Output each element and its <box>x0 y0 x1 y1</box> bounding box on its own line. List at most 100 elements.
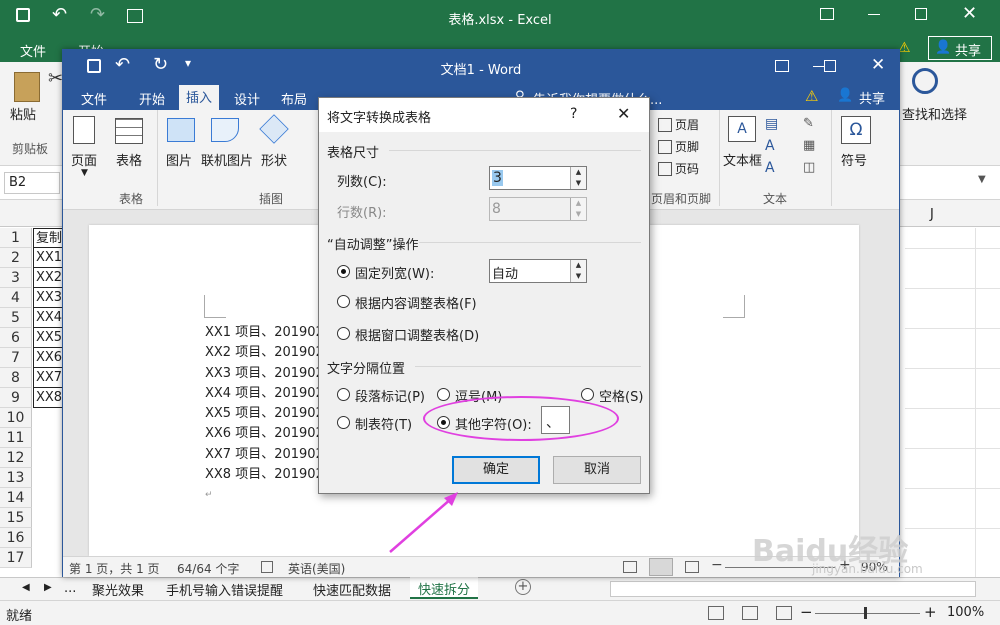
sep-tab-radio[interactable] <box>337 416 350 429</box>
row-header[interactable]: 15 <box>0 508 32 528</box>
print-layout-icon[interactable] <box>649 558 673 576</box>
sheet-tab[interactable]: 快速匹配数据 <box>313 580 391 599</box>
word-share-button[interactable]: 👤 共享 <box>835 85 895 109</box>
ribbon-display-icon[interactable] <box>820 8 834 20</box>
maximize-icon[interactable] <box>915 8 927 20</box>
sep-space-radio[interactable] <box>581 388 594 401</box>
signature-icon[interactable]: ✎ <box>803 116 814 131</box>
spin-down-icon[interactable]: ▼ <box>570 271 586 282</box>
autofit-content-radio[interactable] <box>337 295 350 308</box>
web-layout-icon[interactable] <box>685 561 699 573</box>
sep-tab-label[interactable]: 制表符(T) <box>355 414 412 433</box>
row-header[interactable]: 13 <box>0 468 32 488</box>
name-box[interactable]: B2 <box>4 172 60 194</box>
spin-up-icon[interactable]: ▲ <box>570 260 586 271</box>
cell-a1[interactable]: 复制 <box>33 228 65 248</box>
row-header[interactable]: 12 <box>0 448 32 468</box>
zoom-slider-thumb[interactable] <box>864 607 867 619</box>
sep-space-label[interactable]: 空格(S) <box>599 386 643 405</box>
sep-paragraph-label[interactable]: 段落标记(P) <box>355 386 425 405</box>
cell-a7[interactable]: XX6 <box>33 348 65 368</box>
page-number-button[interactable]: 页码 <box>675 160 699 177</box>
dropcap-icon[interactable]: A <box>765 160 775 176</box>
column-header-j[interactable]: J <box>930 207 934 222</box>
online-picture-button[interactable]: 联机图片 <box>201 150 253 169</box>
row-header[interactable]: 2 <box>0 248 32 268</box>
cut-icon[interactable]: ✂ <box>48 68 63 89</box>
row-header[interactable]: 16 <box>0 528 32 548</box>
find-select-button[interactable]: 查找和选择 <box>902 104 967 123</box>
row-header[interactable]: 4 <box>0 288 32 308</box>
columns-spinner[interactable]: 3 ▲ ▼ <box>489 166 587 190</box>
wordart-icon[interactable]: A <box>765 138 775 154</box>
autofit-content-label[interactable]: 根据内容调整表格(F) <box>355 293 477 312</box>
fixed-width-spinner[interactable]: 自动 ▲ ▼ <box>489 259 587 283</box>
sheet-prev-icon[interactable]: ◀ <box>22 582 30 593</box>
page-break-icon[interactable] <box>776 606 792 620</box>
word-count[interactable]: 64/64 个字 <box>177 560 239 577</box>
zoom-slider[interactable] <box>815 613 920 614</box>
sheet-more[interactable]: ... <box>64 581 76 596</box>
row-header[interactable]: 9 <box>0 388 32 408</box>
dialog-close-icon[interactable]: ✕ <box>617 104 630 123</box>
paste-button[interactable]: 粘贴 <box>10 104 36 123</box>
autofit-window-radio[interactable] <box>337 327 350 340</box>
sep-paragraph-radio[interactable] <box>337 388 350 401</box>
fixed-width-label[interactable]: 固定列宽(W): <box>355 263 434 282</box>
word-tab-insert[interactable]: 插入 <box>179 85 220 110</box>
object-icon[interactable]: ◫ <box>803 160 815 175</box>
word-tab-home[interactable]: 开始 <box>139 89 165 108</box>
row-header[interactable]: 17 <box>0 548 32 568</box>
close-icon[interactable]: ✕ <box>962 3 977 24</box>
help-button[interactable]: ? <box>570 106 577 122</box>
row-header[interactable]: 7 <box>0 348 32 368</box>
word-tab-file[interactable]: 文件 <box>81 89 107 108</box>
page-button[interactable]: 页面 <box>71 150 97 169</box>
excel-share-button[interactable]: 👤 共享 <box>928 36 992 60</box>
horizontal-scrollbar[interactable] <box>610 581 976 597</box>
cancel-button[interactable]: 取消 <box>553 456 641 484</box>
row-header[interactable]: 10 <box>0 408 32 428</box>
row-header[interactable]: 5 <box>0 308 32 328</box>
zoom-out-icon[interactable]: − <box>800 603 813 621</box>
sheet-next-icon[interactable]: ▶ <box>44 582 52 593</box>
spin-up-icon[interactable]: ▲ <box>570 167 586 178</box>
datetime-icon[interactable]: ▦ <box>803 138 815 153</box>
row-header[interactable]: 1 <box>0 228 32 248</box>
row-header[interactable]: 6 <box>0 328 32 348</box>
read-mode-icon[interactable] <box>623 561 637 573</box>
zoom-out-icon[interactable]: − <box>711 557 723 573</box>
maximize-icon[interactable] <box>824 60 836 72</box>
cell-a3[interactable]: XX2 <box>33 268 65 288</box>
language[interactable]: 英语(美国) <box>288 560 345 577</box>
sheet-tab-active[interactable]: 快速拆分 <box>410 577 479 599</box>
autofit-window-label[interactable]: 根据窗口调整表格(D) <box>355 325 479 344</box>
ribbon-display-icon[interactable] <box>775 60 789 72</box>
row-header[interactable]: 8 <box>0 368 32 388</box>
footer-button[interactable]: 页脚 <box>675 138 699 155</box>
sheet-tab[interactable]: 聚光效果 <box>92 580 144 599</box>
textbox-button[interactable]: 文本框 <box>723 150 762 169</box>
clipboard-icon[interactable] <box>14 72 40 102</box>
proofing-icon[interactable] <box>261 561 273 573</box>
word-tab-design[interactable]: 设计 <box>234 89 260 108</box>
sheet-tab[interactable]: 手机号输入错误提醒 <box>166 580 283 599</box>
close-icon[interactable]: ✕ <box>871 55 885 75</box>
row-header[interactable]: 3 <box>0 268 32 288</box>
fixed-width-radio[interactable] <box>337 265 350 278</box>
symbol-button[interactable]: 符号 <box>841 150 867 169</box>
spin-down-icon[interactable]: ▼ <box>570 178 586 189</box>
page-count[interactable]: 第 1 页，共 1 页 <box>69 560 160 577</box>
formula-expand-icon[interactable]: ▼ <box>978 174 986 185</box>
word-tab-layout[interactable]: 布局 <box>281 89 307 108</box>
find-icon[interactable] <box>912 68 938 94</box>
quick-parts-icon[interactable]: ▤ <box>765 116 778 132</box>
cell-a9[interactable]: XX8 <box>33 388 65 408</box>
row-header[interactable]: 11 <box>0 428 32 448</box>
cell-a2[interactable]: XX1 <box>33 248 65 268</box>
cell-a8[interactable]: XX7 <box>33 368 65 388</box>
picture-button[interactable]: 图片 <box>166 150 192 169</box>
page-layout-icon[interactable] <box>742 606 758 620</box>
cell-a4[interactable]: XX3 <box>33 288 65 308</box>
excel-tab-file[interactable]: 文件 <box>20 41 46 60</box>
